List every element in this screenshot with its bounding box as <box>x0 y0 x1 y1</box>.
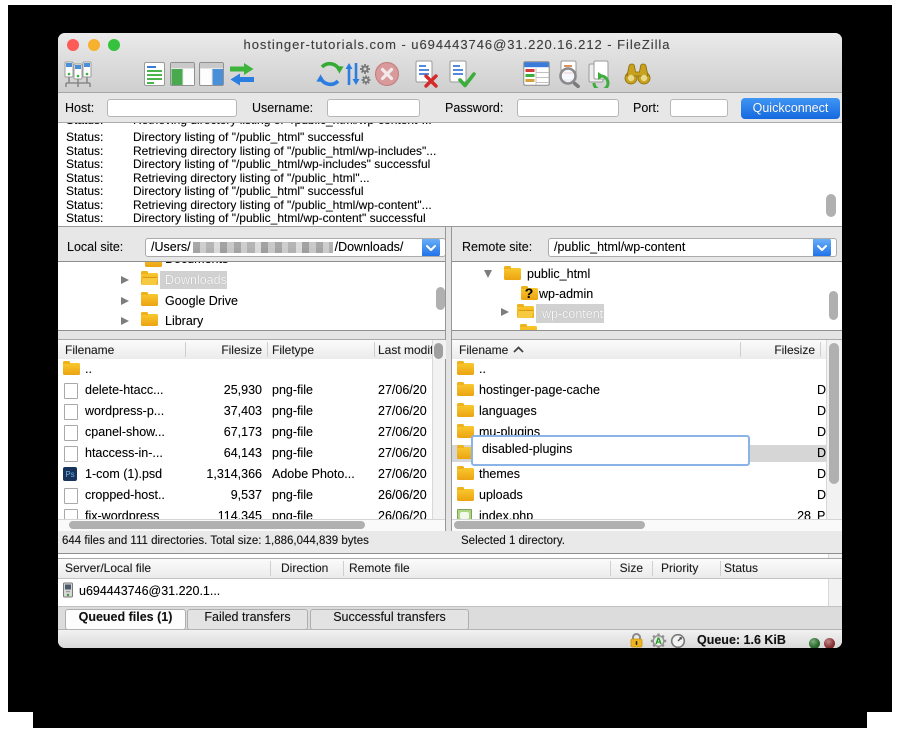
svg-text:A: A <box>655 636 662 646</box>
